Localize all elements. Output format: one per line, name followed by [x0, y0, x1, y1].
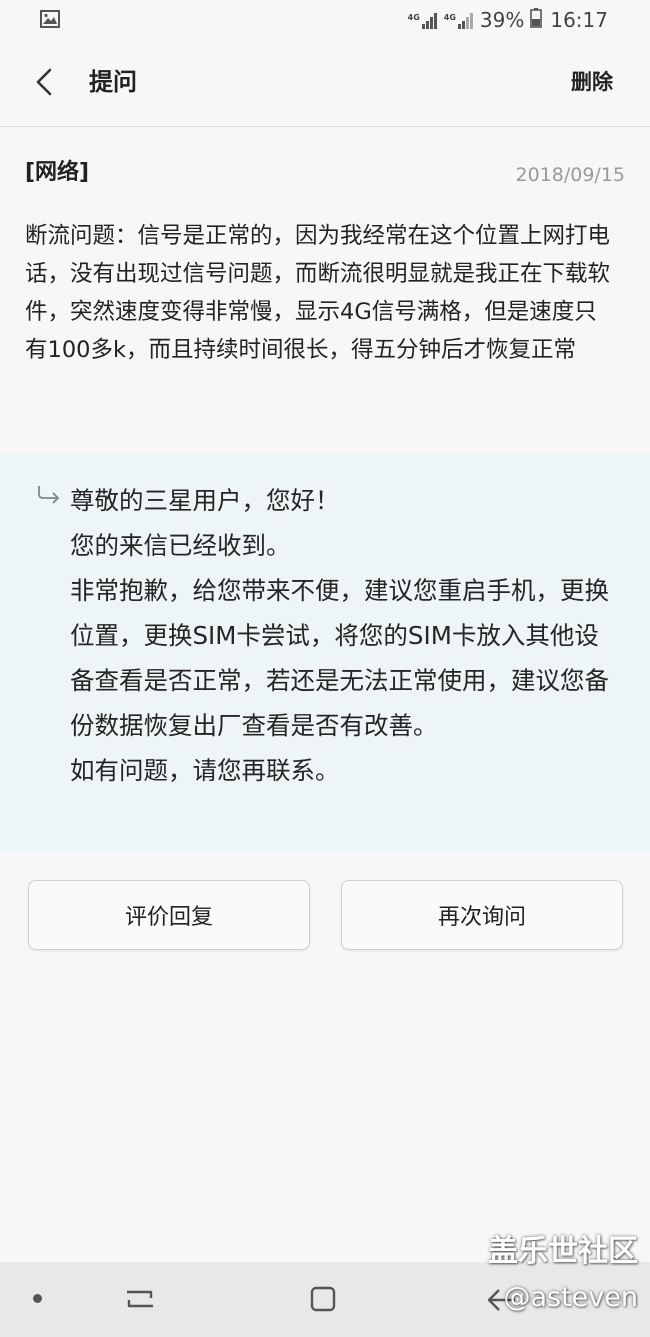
- chevron-left-icon: [36, 68, 52, 96]
- question-category: [网络]: [25, 160, 90, 185]
- image-icon: [40, 10, 60, 28]
- reply-suggestion: 非常抱歉，给您带来不便，建议您重启手机，更换位置，更换SIM卡尝试，将您的SIM…: [70, 576, 609, 740]
- delete-button[interactable]: 删除: [571, 66, 613, 98]
- network-label-2: 4G: [443, 13, 456, 22]
- watermark-community: 盖乐世社区: [488, 1234, 638, 1269]
- page-title: 提问: [89, 68, 137, 96]
- status-bar: 4G 4G 39% 16:17: [0, 0, 650, 40]
- reply-arrow-icon: [36, 484, 62, 506]
- question-body: 断流问题：信号是正常的，因为我经常在这个位置上网打电话，没有出现过信号问题，而断…: [25, 223, 611, 363]
- reply-section: 尊敬的三星用户，您好！ 您的来信已经收到。 非常抱歉，给您带来不便，建议您重启手…: [0, 454, 650, 852]
- reply-closing: 如有问题，请您再联系。: [70, 756, 340, 785]
- watermark-user: @asteven: [503, 1282, 638, 1313]
- question-section: [网络] 2018/09/15 断流问题：信号是正常的，因为我经常在这个位置上网…: [0, 127, 650, 454]
- rate-reply-button[interactable]: 评价回复: [28, 880, 310, 950]
- signal-icon: [457, 13, 473, 29]
- network-label-1: 4G: [407, 13, 420, 22]
- status-indicators: 4G 4G 39% 16:17: [408, 7, 608, 33]
- question-date: 2018/09/15: [515, 164, 625, 186]
- reply-greeting: 尊敬的三星用户，您好！: [70, 486, 340, 515]
- battery-percent: 39%: [479, 8, 525, 32]
- dot-icon[interactable]: [33, 1294, 42, 1303]
- app-bar: 提问 删除: [0, 40, 650, 127]
- network-indicator-2: 4G: [444, 11, 474, 29]
- reply-received: 您的来信已经收到。: [70, 531, 291, 560]
- recents-icon[interactable]: [123, 1284, 157, 1318]
- signal-icon: [421, 13, 437, 29]
- battery-icon: [530, 8, 543, 32]
- reply-body: 尊敬的三星用户，您好！ 您的来信已经收到。 非常抱歉，给您带来不便，建议您重启手…: [70, 478, 610, 793]
- clock: 16:17: [550, 8, 608, 32]
- ask-again-button[interactable]: 再次询问: [341, 880, 623, 950]
- back-button[interactable]: [26, 62, 62, 102]
- network-indicator-1: 4G: [408, 11, 438, 29]
- home-icon[interactable]: [308, 1284, 338, 1318]
